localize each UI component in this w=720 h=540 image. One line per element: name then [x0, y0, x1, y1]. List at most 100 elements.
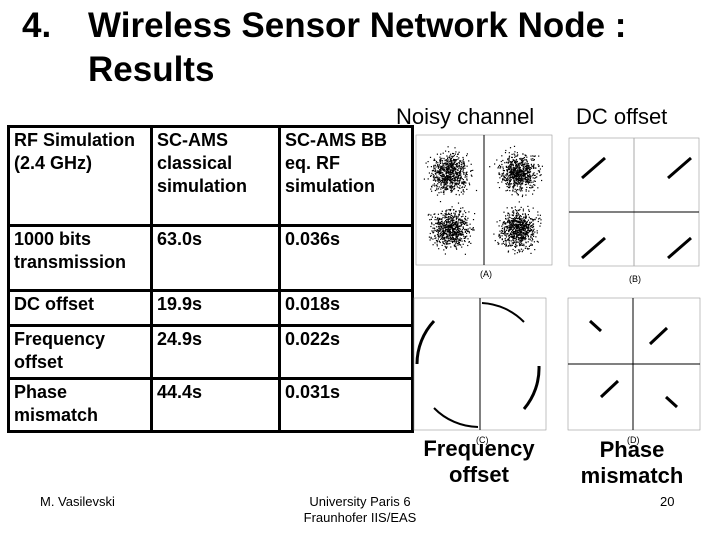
- noise-point: [429, 219, 431, 221]
- noise-point: [535, 167, 537, 169]
- noise-point: [448, 163, 450, 165]
- noise-point: [457, 190, 459, 192]
- noise-point: [461, 221, 463, 223]
- noise-point: [458, 181, 461, 183]
- noise-point: [455, 216, 457, 218]
- noise-point: [463, 172, 465, 174]
- noise-point: [528, 238, 530, 240]
- noise-point: [449, 169, 452, 171]
- noise-point: [511, 177, 513, 179]
- noise-point: [459, 211, 461, 213]
- noise-point: [439, 223, 441, 225]
- noise-point: [449, 209, 451, 211]
- noise-point: [453, 166, 455, 168]
- noise-point: [448, 216, 450, 218]
- noise-point: [510, 176, 512, 179]
- noise-point: [439, 158, 442, 160]
- noise-point: [531, 232, 533, 234]
- noise-point: [516, 193, 518, 195]
- noise-point: [518, 242, 521, 244]
- noise-point: [536, 173, 538, 175]
- noise-point: [443, 175, 445, 177]
- noise-point: [532, 177, 534, 179]
- noise-point: [449, 179, 451, 181]
- noise-point: [523, 157, 526, 159]
- noise-point: [527, 241, 529, 243]
- noise-point: [440, 168, 442, 170]
- noise-point: [446, 166, 448, 168]
- noise-point: [463, 163, 465, 165]
- noise-point: [461, 229, 463, 231]
- noise-point: [514, 160, 516, 162]
- noise-point: [449, 221, 451, 223]
- noise-point: [518, 164, 520, 166]
- noise-point: [429, 232, 431, 235]
- noise-point: [523, 216, 525, 218]
- noise-point: [444, 187, 446, 189]
- noise-point: [462, 226, 464, 228]
- noise-point: [450, 217, 452, 219]
- noise-point: [466, 235, 468, 237]
- noise-point: [516, 183, 518, 185]
- noise-point: [435, 169, 437, 171]
- noise-point: [474, 213, 476, 215]
- noise-point: [429, 156, 432, 158]
- noise-point: [436, 240, 438, 242]
- noise-point: [430, 166, 432, 168]
- noise-point: [460, 168, 462, 170]
- noise-point: [527, 180, 529, 182]
- noise-point: [434, 159, 436, 161]
- noise-point: [519, 162, 521, 164]
- noise-point: [444, 243, 446, 245]
- noise-point: [519, 158, 521, 160]
- noise-point: [512, 248, 514, 251]
- noise-point: [458, 175, 461, 177]
- noise-point: [513, 218, 515, 220]
- noise-point: [516, 159, 518, 161]
- constellation-segment: [667, 156, 692, 180]
- noise-point: [472, 229, 474, 231]
- noise-point: [451, 206, 453, 208]
- noise-point: [450, 163, 452, 165]
- noise-point: [460, 191, 462, 193]
- noise-point: [453, 172, 455, 174]
- noise-point: [515, 235, 517, 238]
- noise-point: [519, 168, 521, 170]
- noise-point: [438, 228, 440, 230]
- noise-point: [513, 231, 515, 233]
- noise-point: [523, 233, 525, 235]
- noise-point: [452, 229, 454, 231]
- noise-point: [467, 228, 469, 230]
- noise-point: [522, 179, 524, 181]
- noise-point: [519, 186, 521, 188]
- noise-point: [445, 239, 447, 241]
- noise-point: [505, 217, 507, 220]
- noise-point: [527, 163, 529, 165]
- noise-point: [515, 178, 517, 180]
- noise-point: [519, 169, 521, 171]
- noise-point: [518, 171, 520, 173]
- plot-label: (B): [629, 274, 641, 284]
- noise-point: [446, 231, 449, 233]
- constellation-arc: [415, 319, 436, 365]
- noise-point: [454, 178, 456, 180]
- noise-point: [446, 175, 448, 177]
- noise-point: [452, 234, 454, 236]
- noise-point: [508, 221, 510, 224]
- noise-point: [459, 225, 461, 227]
- noise-point: [516, 161, 518, 163]
- noise-point: [464, 217, 466, 219]
- noise-point: [513, 237, 515, 240]
- noise-point: [530, 221, 532, 223]
- noise-point: [434, 189, 436, 192]
- noise-point: [445, 226, 447, 228]
- caption-frequency-offset: Frequency offset: [423, 436, 535, 487]
- plot-noisy-channel: (A): [415, 134, 553, 279]
- noise-point: [525, 217, 527, 219]
- noise-point: [434, 219, 436, 221]
- noise-point: [434, 178, 436, 180]
- noise-point: [464, 175, 467, 177]
- noise-point: [437, 220, 440, 222]
- noise-point: [462, 190, 464, 192]
- noise-point: [455, 163, 457, 166]
